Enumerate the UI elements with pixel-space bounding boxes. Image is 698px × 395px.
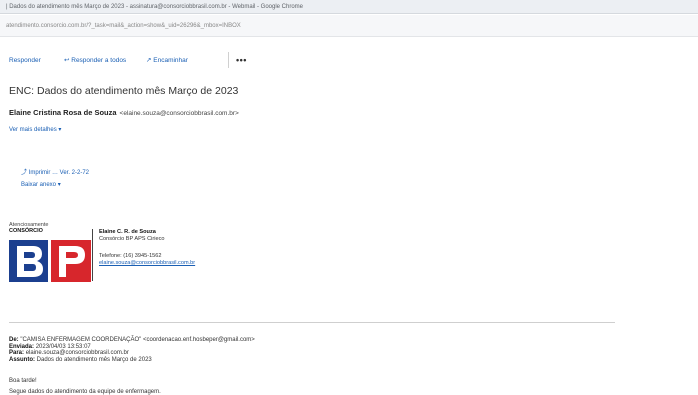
signature-info: Elaine C. R. de Souza Consórcio BP APS C…: [99, 229, 195, 267]
window-title: | Dados do atendimento mês Março de 2023…: [6, 4, 304, 10]
signature-name: Elaine C. R. de Souza: [99, 229, 156, 235]
more-options-button[interactable]: •••: [236, 55, 247, 65]
message-subject: ENC: Dados do atendimento mês Março de 2…: [9, 85, 239, 97]
from-label: De:: [9, 337, 19, 343]
to-value: elaine.souza@consorciobbrasil.com.br: [25, 350, 129, 357]
signature-email-link[interactable]: elaine.souza@consorciobbrasil.com.br: [99, 260, 195, 267]
reply-button[interactable]: Responder: [9, 57, 41, 64]
body-greeting: Boa tarde!: [9, 378, 37, 384]
signature-company-tag: CONSÓRCIO: [9, 228, 43, 234]
download-attachment-link[interactable]: Baixar anexo ▾: [21, 181, 61, 188]
signature-company: Consórcio BP APS Cirieco: [99, 236, 165, 242]
forward-separator: [9, 322, 615, 323]
sender-line: Elaine Cristina Rosa de Souza <elaine.sou…: [9, 108, 239, 117]
print-link[interactable]: ⤴ Imprimir … Ver. 2-2-72: [21, 167, 89, 176]
address-bar[interactable]: atendimento.consorcio.com.br/?_task=mail…: [0, 15, 698, 37]
sender-email[interactable]: <elaine.souza@consorciobbrasil.com.br>: [120, 110, 239, 117]
browser-title-bar: | Dados do atendimento mês Março de 2023…: [0, 0, 698, 14]
from-value: "CAMISA ENFERMAGEM COORDENAÇÃO" <coorden…: [20, 337, 255, 343]
forwarded-headers: De: "CAMISA ENFERMAGEM COORDENAÇÃO" <coo…: [9, 337, 255, 363]
sent-value: 2023/04/03 13:53:07: [35, 343, 91, 350]
forward-button[interactable]: ↗ Encaminhar: [146, 56, 188, 64]
signature-greeting: Atenciosamente CONSÓRCIO: [9, 222, 48, 234]
subject-value: Dados do atendimento mês Março de 2023: [36, 356, 152, 363]
subject-label: Assunto:: [9, 356, 35, 363]
to-label: Para:: [9, 350, 25, 357]
reply-all-button[interactable]: ↩ Responder a todos: [64, 56, 126, 64]
signature-divider: [92, 229, 93, 281]
see-more-details-link[interactable]: Ver mais detalhes ▾: [9, 126, 61, 133]
sent-label: Enviada:: [9, 343, 35, 350]
sender-name[interactable]: Elaine Cristina Rosa de Souza: [9, 108, 117, 117]
bp-logo: [9, 240, 91, 282]
toolbar-divider: [228, 52, 229, 68]
url-text[interactable]: atendimento.consorcio.com.br/?_task=mail…: [6, 23, 241, 29]
signature-phone: Telefone: (16) 3945-1562: [99, 253, 162, 259]
body-text: Segue dados do atendimento da equipe de …: [9, 389, 161, 395]
